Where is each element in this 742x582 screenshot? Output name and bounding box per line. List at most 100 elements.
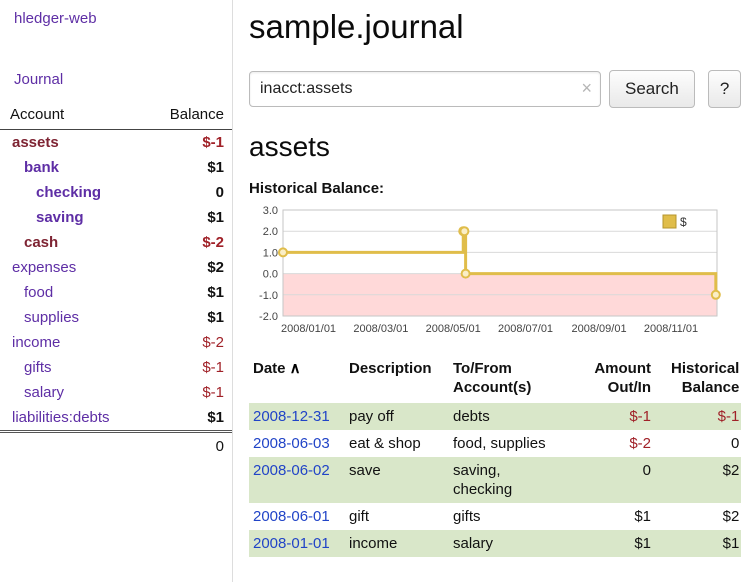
transaction-accounts: saving, checking (449, 457, 571, 503)
account-link[interactable]: cash (24, 234, 58, 251)
sidebar-item-journal[interactable]: Journal (0, 71, 232, 88)
legend-label: $ (680, 215, 687, 229)
y-axis-label: 0.0 (263, 269, 278, 281)
account-balance: 0 (144, 180, 232, 205)
x-axis-label: 2008/05/01 (426, 323, 481, 335)
accounts-table: Account Balance assets $-1 bank $1 checking 0… (0, 102, 232, 460)
account-link[interactable]: bank (24, 159, 59, 176)
accounts-header-row: Account Balance (0, 102, 232, 130)
page: hledger-web Journal Account Balance asse… (0, 0, 742, 582)
account-balance: $1 (144, 280, 232, 305)
accounts-total-row: 0 (0, 432, 232, 461)
x-axis-label: 2008/03/01 (353, 323, 408, 335)
register-table: Date ∧DescriptionTo/From Account(s)Amoun… (249, 357, 741, 557)
account-row: expenses $2 (0, 255, 232, 280)
x-axis-label: 2008/01/01 (281, 323, 336, 335)
accounts-total-value: 0 (144, 432, 232, 461)
transaction-amount: $-2 (571, 430, 653, 457)
transaction-accounts: food, supplies (449, 430, 571, 457)
transaction-date-link[interactable]: 2008-01-01 (253, 535, 330, 552)
account-row: salary $-1 (0, 380, 232, 405)
register-col-header: Historical Balance (653, 357, 741, 403)
account-link[interactable]: income (12, 334, 60, 351)
account-row: cash$-2 (0, 230, 232, 255)
transaction-amount: $-1 (571, 403, 653, 430)
transaction-amount: 0 (571, 457, 653, 503)
account-row: liabilities:debts $1 (0, 405, 232, 432)
register-body: 2008-12-31pay offdebts$-1$-12008-06-03ea… (249, 403, 741, 557)
account-link[interactable]: salary (24, 384, 64, 401)
search-box: × (249, 71, 601, 107)
account-row: assets $-1 (0, 130, 232, 156)
register-header: Date ∧DescriptionTo/From Account(s)Amoun… (249, 357, 741, 403)
register-col-header: Amount Out/In (571, 357, 653, 403)
register-col-header: To/From Account(s) (449, 357, 571, 403)
app-title-link[interactable]: hledger-web (0, 10, 232, 27)
page-title: sample.journal (249, 8, 741, 46)
account-link[interactable]: liabilities:debts (12, 409, 110, 426)
account-row: gifts $-1 (0, 355, 232, 380)
historical-balance-chart: 3.02.01.00.0-1.0-2.02008/01/012008/03/01… (249, 202, 723, 342)
transaction-description: pay off (345, 403, 449, 430)
register-col-header[interactable]: Date ∧ (249, 357, 345, 403)
register-row: 2008-06-02 savesaving, checking0$2 (249, 457, 741, 503)
data-point-marker (460, 227, 468, 235)
account-balance: $1 (144, 305, 232, 330)
data-point-marker (279, 248, 287, 256)
accounts-header-account: Account (0, 102, 144, 130)
transaction-amount: $1 (571, 530, 653, 557)
transaction-balance: $2 (653, 457, 741, 503)
sort-ascending-icon: ∧ (286, 360, 301, 377)
register-row: 2008-06-03eat & shopfood, supplies$-20 (249, 430, 741, 457)
transaction-date-link[interactable]: 2008-06-02 (253, 462, 330, 479)
account-link[interactable]: supplies (24, 309, 79, 326)
transaction-accounts: debts (449, 403, 571, 430)
account-balance: $1 (144, 205, 232, 230)
transaction-balance: $1 (653, 530, 741, 557)
chart-canvas: 3.02.01.00.0-1.0-2.02008/01/012008/03/01… (249, 202, 723, 342)
register-col-header: Description (345, 357, 449, 403)
accounts-header-balance: Balance (144, 102, 232, 130)
legend-swatch (663, 215, 676, 228)
y-axis-label: 1.0 (263, 247, 278, 259)
account-row: saving $1 (0, 205, 232, 230)
account-balance: $-1 (144, 380, 232, 405)
y-axis-label: 3.0 (263, 205, 278, 217)
account-link[interactable]: gifts (24, 359, 52, 376)
main-content: sample.journal × Search ? assets Histori… (233, 0, 742, 582)
y-axis-label: -1.0 (259, 290, 278, 302)
account-link[interactable]: food (24, 284, 53, 301)
transaction-description: save (345, 457, 449, 503)
account-balance: $2 (144, 255, 232, 280)
accounts-body: assets$-1bank$1checking0saving$1cash$-2e… (0, 130, 232, 432)
account-balance: $-1 (144, 355, 232, 380)
transaction-accounts: gifts (449, 503, 571, 530)
search-input[interactable] (249, 71, 601, 107)
account-balance: $-1 (144, 130, 232, 156)
account-link[interactable]: expenses (12, 259, 76, 276)
account-link[interactable]: assets (12, 134, 59, 151)
account-balance: $1 (144, 405, 232, 432)
accounts-total-spacer (0, 432, 144, 461)
help-button[interactable]: ? (708, 70, 741, 108)
transaction-date-link[interactable]: 2008-12-31 (253, 408, 330, 425)
register-row: 2008-06-01giftgifts$1$2 (249, 503, 741, 530)
account-balance: $-2 (144, 330, 232, 355)
data-point-marker (462, 270, 470, 278)
register-row: 2008-12-31pay offdebts$-1$-1 (249, 403, 741, 430)
account-link[interactable]: saving (36, 209, 84, 226)
clear-search-icon[interactable]: × (581, 78, 592, 98)
sidebar: hledger-web Journal Account Balance asse… (0, 0, 233, 582)
transaction-date-link[interactable]: 2008-06-03 (253, 435, 330, 452)
account-link[interactable]: checking (36, 184, 101, 201)
transaction-description: income (345, 530, 449, 557)
x-axis-label: 2008/11/01 (644, 323, 698, 335)
account-heading: assets (249, 131, 741, 163)
chart-title: Historical Balance: (249, 180, 741, 197)
transaction-balance: $-1 (653, 403, 741, 430)
transaction-accounts: salary (449, 530, 571, 557)
transaction-date-link[interactable]: 2008-06-01 (253, 508, 330, 525)
account-row: income $-2 (0, 330, 232, 355)
x-axis-label: 2008/07/01 (498, 323, 553, 335)
search-button[interactable]: Search (609, 70, 695, 108)
